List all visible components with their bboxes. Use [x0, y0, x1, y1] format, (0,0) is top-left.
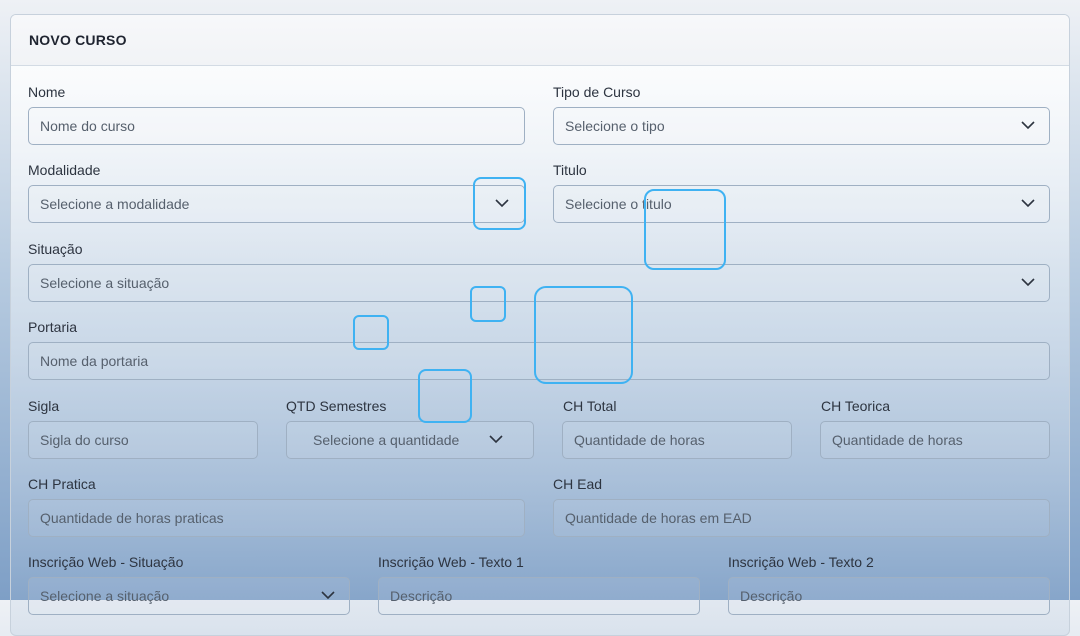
situacao-label: Situação: [28, 241, 83, 257]
ch-total-label: CH Total: [563, 398, 617, 414]
web-texto2-input[interactable]: Descrição: [728, 577, 1050, 615]
titulo-label: Titulo: [553, 162, 587, 178]
qtd-semestres-label: QTD Semestres: [286, 398, 387, 414]
ch-ead-input[interactable]: Quantidade de horas em EAD: [553, 499, 1050, 537]
web-texto1-label: Inscrição Web - Texto 1: [378, 554, 524, 570]
ch-total-input[interactable]: Quantidade de horas: [562, 421, 792, 459]
portaria-input[interactable]: Nome da portaria: [28, 342, 1050, 380]
web-situacao-select[interactable]: Selecione a situação: [28, 577, 350, 615]
chevron-down-icon: [495, 199, 509, 208]
web-texto1-input[interactable]: Descrição: [378, 577, 700, 615]
chevron-down-icon: [1021, 278, 1035, 287]
ch-pratica-label: CH Pratica: [28, 476, 96, 492]
card-header: NOVO CURSO: [11, 15, 1069, 66]
titulo-select-value: Selecione o titulo: [565, 196, 672, 212]
page-title: NOVO CURSO: [29, 32, 127, 48]
modalidade-select-value: Selecione a modalidade: [40, 196, 190, 212]
chevron-down-icon: [489, 435, 503, 444]
ch-pratica-input[interactable]: Quantidade de horas praticas: [28, 499, 525, 537]
situacao-select-value: Selecione a situação: [40, 275, 170, 291]
chevron-down-icon: [321, 591, 335, 600]
ch-teorica-input[interactable]: Quantidade de horas: [820, 421, 1050, 459]
sigla-label: Sigla: [28, 398, 60, 414]
ch-teorica-label: CH Teorica: [821, 398, 890, 414]
qtd-semestres-select[interactable]: Selecione a quantidade: [286, 421, 534, 459]
chevron-down-icon: [1021, 121, 1035, 130]
web-situacao-label: Inscrição Web - Situação: [28, 554, 184, 570]
sigla-input[interactable]: Sigla do curso: [28, 421, 258, 459]
modalidade-select[interactable]: Selecione a modalidade: [28, 185, 525, 223]
nome-input[interactable]: Nome do curso: [28, 107, 525, 145]
modalidade-label: Modalidade: [28, 162, 101, 178]
tipo-select[interactable]: Selecione o tipo: [553, 107, 1050, 145]
tipo-label: Tipo de Curso: [553, 84, 641, 100]
titulo-select[interactable]: Selecione o titulo: [553, 185, 1050, 223]
situacao-select[interactable]: Selecione a situação: [28, 264, 1050, 302]
web-situacao-select-value: Selecione a situação: [40, 588, 170, 604]
web-texto2-label: Inscrição Web - Texto 2: [728, 554, 874, 570]
ch-ead-label: CH Ead: [553, 476, 603, 492]
tipo-select-value: Selecione o tipo: [565, 118, 665, 134]
portaria-label: Portaria: [28, 319, 78, 335]
qtd-semestres-select-value: Selecione a quantidade: [313, 432, 460, 448]
chevron-down-icon: [1021, 199, 1035, 208]
nome-label: Nome: [28, 84, 66, 100]
